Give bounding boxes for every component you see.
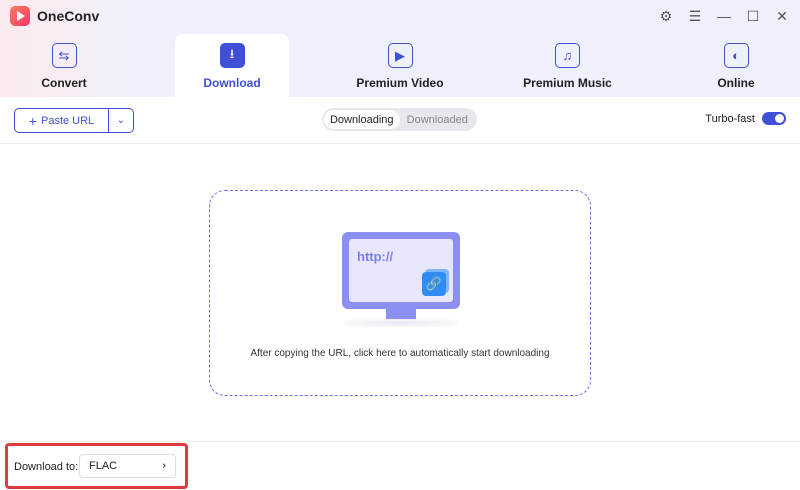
paste-url-label: Paste URL xyxy=(40,114,95,127)
download-icon: ⭳ xyxy=(219,43,245,68)
tab-convert[interactable]: ⇆ Convert xyxy=(0,34,128,97)
compass-icon: ◐ xyxy=(723,43,749,68)
convert-arrows-icon: ⇆ xyxy=(51,43,77,68)
minimize-icon[interactable]: — xyxy=(714,6,734,26)
tab-label: Convert xyxy=(41,76,87,90)
tab-label: Premium Video xyxy=(356,76,444,90)
paste-url-dropdown[interactable]: ⌄ xyxy=(109,108,134,133)
tab-download[interactable]: ⭳ Download xyxy=(175,34,289,97)
maximize-icon[interactable]: ☐ xyxy=(743,6,763,26)
window-controls: ⚙ ☰ — ☐ ✕ xyxy=(656,6,792,26)
url-drop-zone[interactable]: http:// 🔗 After copying the URL, click h… xyxy=(209,190,591,396)
main-tabs: ⇆ Convert ⭳ Download ▶ Premium Video ♫ P… xyxy=(0,34,800,97)
segment-downloaded[interactable]: Downloaded xyxy=(400,110,476,129)
paste-url-button[interactable]: + Paste URL xyxy=(14,108,109,133)
monitor-illustration: http:// 🔗 xyxy=(342,232,460,309)
app-logo-icon xyxy=(10,6,30,26)
plus-icon: + xyxy=(28,112,37,129)
turbo-fast-control: Turbo-fast xyxy=(705,112,786,125)
tab-label: Premium Music xyxy=(523,76,612,90)
tab-label: Download xyxy=(203,76,261,90)
highlight-box xyxy=(5,443,188,489)
download-status-toggle: Downloading Downloaded xyxy=(322,108,477,131)
paste-url-group: + Paste URL ⌄ xyxy=(14,108,134,133)
menu-icon[interactable]: ☰ xyxy=(685,6,705,26)
chevron-down-icon: ⌄ xyxy=(116,115,126,126)
close-icon[interactable]: ✕ xyxy=(772,6,792,26)
footer: Download to: FLAC › xyxy=(0,441,800,490)
tab-premium-video[interactable]: ▶ Premium Video xyxy=(335,34,465,97)
http-text: http:// xyxy=(357,249,394,264)
settings-icon[interactable]: ⚙ xyxy=(656,6,676,26)
music-note-icon: ♫ xyxy=(555,43,580,68)
tab-online[interactable]: ◐ Online xyxy=(690,34,782,97)
turbo-fast-toggle[interactable] xyxy=(762,112,786,125)
link-icon: 🔗 xyxy=(422,272,446,296)
play-icon: ▶ xyxy=(387,43,413,68)
toolbar: + Paste URL ⌄ Downloading Downloaded Tur… xyxy=(0,97,800,144)
monitor-base xyxy=(344,319,458,327)
tab-premium-music[interactable]: ♫ Premium Music xyxy=(505,34,630,97)
app-title: OneConv xyxy=(37,8,100,24)
title-and-nav-area: OneConv ⚙ ☰ — ☐ ✕ ⇆ Convert ⭳ Download ▶… xyxy=(0,0,800,97)
drop-zone-hint: After copying the URL, click here to aut… xyxy=(250,348,550,359)
tab-label: Online xyxy=(717,76,755,90)
segment-downloading[interactable]: Downloading xyxy=(324,110,400,129)
monitor-screen: http:// 🔗 xyxy=(349,239,453,302)
turbo-fast-label: Turbo-fast xyxy=(705,112,755,125)
